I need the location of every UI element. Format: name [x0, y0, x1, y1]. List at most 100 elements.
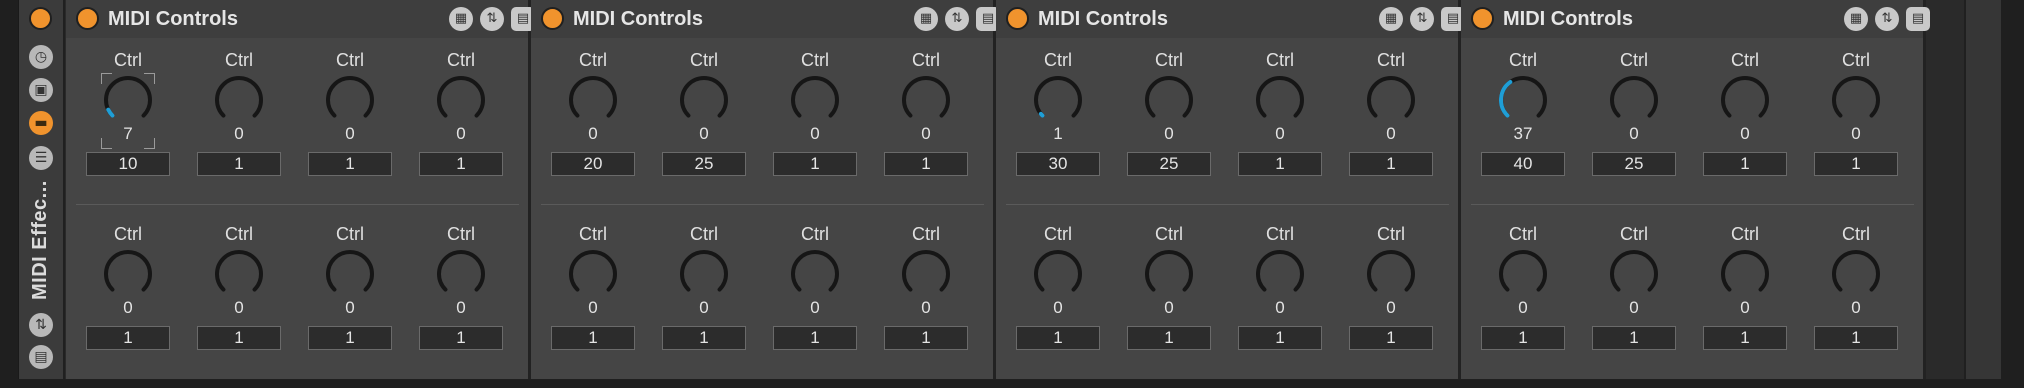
- control-amount-field[interactable]: 10: [86, 152, 170, 176]
- control-knob[interactable]: [567, 248, 619, 300]
- control-knob[interactable]: [1830, 248, 1882, 300]
- control-knob[interactable]: [1719, 74, 1771, 126]
- shuffle-icon[interactable]: ⇅: [29, 313, 53, 337]
- control-knob[interactable]: [678, 74, 730, 126]
- control-knob[interactable]: [1365, 74, 1417, 126]
- control-amount-field[interactable]: 1: [1814, 326, 1898, 350]
- list-icon[interactable]: ☰: [29, 146, 53, 170]
- control-knob[interactable]: [789, 74, 841, 126]
- control-knob[interactable]: [900, 248, 952, 300]
- control-amount-field[interactable]: 1: [1703, 152, 1787, 176]
- camera-icon[interactable]: ▣: [29, 78, 53, 102]
- device-power-button[interactable]: [1006, 7, 1029, 30]
- control-amount-field[interactable]: 25: [1592, 152, 1676, 176]
- control-knob[interactable]: [900, 74, 952, 126]
- control-knob[interactable]: [1254, 74, 1306, 126]
- control-knob[interactable]: [1497, 74, 1549, 126]
- macro-control: Ctrl 0 1: [1238, 50, 1322, 182]
- macro-icon[interactable]: ▬: [29, 111, 53, 135]
- control-amount-field[interactable]: 25: [1127, 152, 1211, 176]
- control-amount-field[interactable]: 1: [884, 152, 968, 176]
- control-amount-field[interactable]: 1: [1238, 152, 1322, 176]
- map-icon[interactable]: ▦: [1844, 7, 1868, 31]
- control-knob[interactable]: [1608, 248, 1660, 300]
- control-knob[interactable]: [324, 74, 376, 126]
- control-label: Ctrl: [447, 50, 475, 70]
- control-amount-field[interactable]: 1: [662, 326, 746, 350]
- control-knob[interactable]: [1032, 248, 1084, 300]
- control-knob[interactable]: [567, 74, 619, 126]
- control-amount-field[interactable]: 1: [419, 326, 503, 350]
- save-icon[interactable]: ▤: [29, 345, 53, 369]
- control-knob[interactable]: [102, 248, 154, 300]
- control-knob[interactable]: [213, 74, 265, 126]
- shuffle-icon[interactable]: ⇅: [480, 7, 504, 31]
- macro-control: Ctrl 0 1: [197, 224, 281, 356]
- control-knob[interactable]: [678, 248, 730, 300]
- control-value: 0: [1740, 124, 1750, 143]
- macro-control: Ctrl 0 1: [773, 224, 857, 356]
- control-knob[interactable]: [213, 248, 265, 300]
- control-amount-field[interactable]: 1: [1349, 152, 1433, 176]
- shuffle-icon[interactable]: ⇅: [1875, 7, 1899, 31]
- control-amount-field[interactable]: 1: [551, 326, 635, 350]
- device-power-button[interactable]: [541, 7, 564, 30]
- control-amount-field[interactable]: 1: [1592, 326, 1676, 350]
- control-knob[interactable]: [1254, 248, 1306, 300]
- control-knob[interactable]: [1497, 248, 1549, 300]
- rack-end-cap: [1964, 0, 2001, 379]
- midi-controls-device: MIDI Controls ▦ ⇅ ▤ Ctrl 37 40 Ctrl 0 25…: [1461, 0, 1930, 379]
- control-knob[interactable]: [1143, 74, 1195, 126]
- control-amount-field[interactable]: 1: [1127, 326, 1211, 350]
- control-knob[interactable]: [1032, 74, 1084, 126]
- control-knob[interactable]: [435, 248, 487, 300]
- control-amount-field[interactable]: 40: [1481, 152, 1565, 176]
- control-amount-field[interactable]: 1: [1016, 326, 1100, 350]
- rack-power-button[interactable]: [29, 7, 52, 30]
- map-icon[interactable]: ▦: [449, 7, 473, 31]
- control-amount-field[interactable]: 1: [1481, 326, 1565, 350]
- control-value: 0: [699, 124, 709, 143]
- control-amount-field[interactable]: 1: [1238, 326, 1322, 350]
- map-icon[interactable]: ▦: [1379, 7, 1403, 31]
- control-knob[interactable]: [1608, 74, 1660, 126]
- device-title-bar[interactable]: MIDI Controls ▦ ⇅ ▤: [66, 0, 535, 38]
- clock-icon[interactable]: ◷: [29, 45, 53, 69]
- control-amount-field[interactable]: 1: [884, 326, 968, 350]
- save-icon[interactable]: ▤: [1906, 7, 1930, 31]
- control-knob[interactable]: [102, 74, 154, 126]
- control-amount-field[interactable]: 1: [773, 326, 857, 350]
- device-power-button[interactable]: [1471, 7, 1494, 30]
- control-amount-field[interactable]: 1: [308, 152, 392, 176]
- rack-name-label[interactable]: MIDI Effec...: [29, 180, 52, 300]
- control-knob[interactable]: [1143, 248, 1195, 300]
- control-amount-field[interactable]: 1: [197, 326, 281, 350]
- control-knob[interactable]: [1719, 248, 1771, 300]
- control-knob[interactable]: [1830, 74, 1882, 126]
- control-knob[interactable]: [789, 248, 841, 300]
- shuffle-icon[interactable]: ⇅: [1410, 7, 1434, 31]
- control-amount-field[interactable]: 1: [197, 152, 281, 176]
- control-amount-field[interactable]: 30: [1016, 152, 1100, 176]
- control-knob[interactable]: [324, 248, 376, 300]
- control-knob[interactable]: [435, 74, 487, 126]
- control-value: 0: [345, 124, 355, 143]
- control-amount-field[interactable]: 1: [1814, 152, 1898, 176]
- control-amount-field[interactable]: 1: [308, 326, 392, 350]
- control-amount-field[interactable]: 1: [773, 152, 857, 176]
- control-label: Ctrl: [912, 224, 940, 244]
- control-amount-field[interactable]: 25: [662, 152, 746, 176]
- control-knob[interactable]: [1365, 248, 1417, 300]
- device-title-bar[interactable]: MIDI Controls ▦ ⇅ ▤: [996, 0, 1465, 38]
- control-amount-field[interactable]: 1: [1349, 326, 1433, 350]
- device-title-bar[interactable]: MIDI Controls ▦ ⇅ ▤: [1461, 0, 1930, 38]
- control-amount-field[interactable]: 1: [419, 152, 503, 176]
- device-power-button[interactable]: [76, 7, 99, 30]
- control-amount-field[interactable]: 1: [1703, 326, 1787, 350]
- map-icon[interactable]: ▦: [914, 7, 938, 31]
- control-amount-field[interactable]: 1: [86, 326, 170, 350]
- shuffle-icon[interactable]: ⇅: [945, 7, 969, 31]
- device-title-bar[interactable]: MIDI Controls ▦ ⇅ ▤: [531, 0, 1000, 38]
- control-amount-field[interactable]: 20: [551, 152, 635, 176]
- control-label: Ctrl: [1842, 224, 1870, 244]
